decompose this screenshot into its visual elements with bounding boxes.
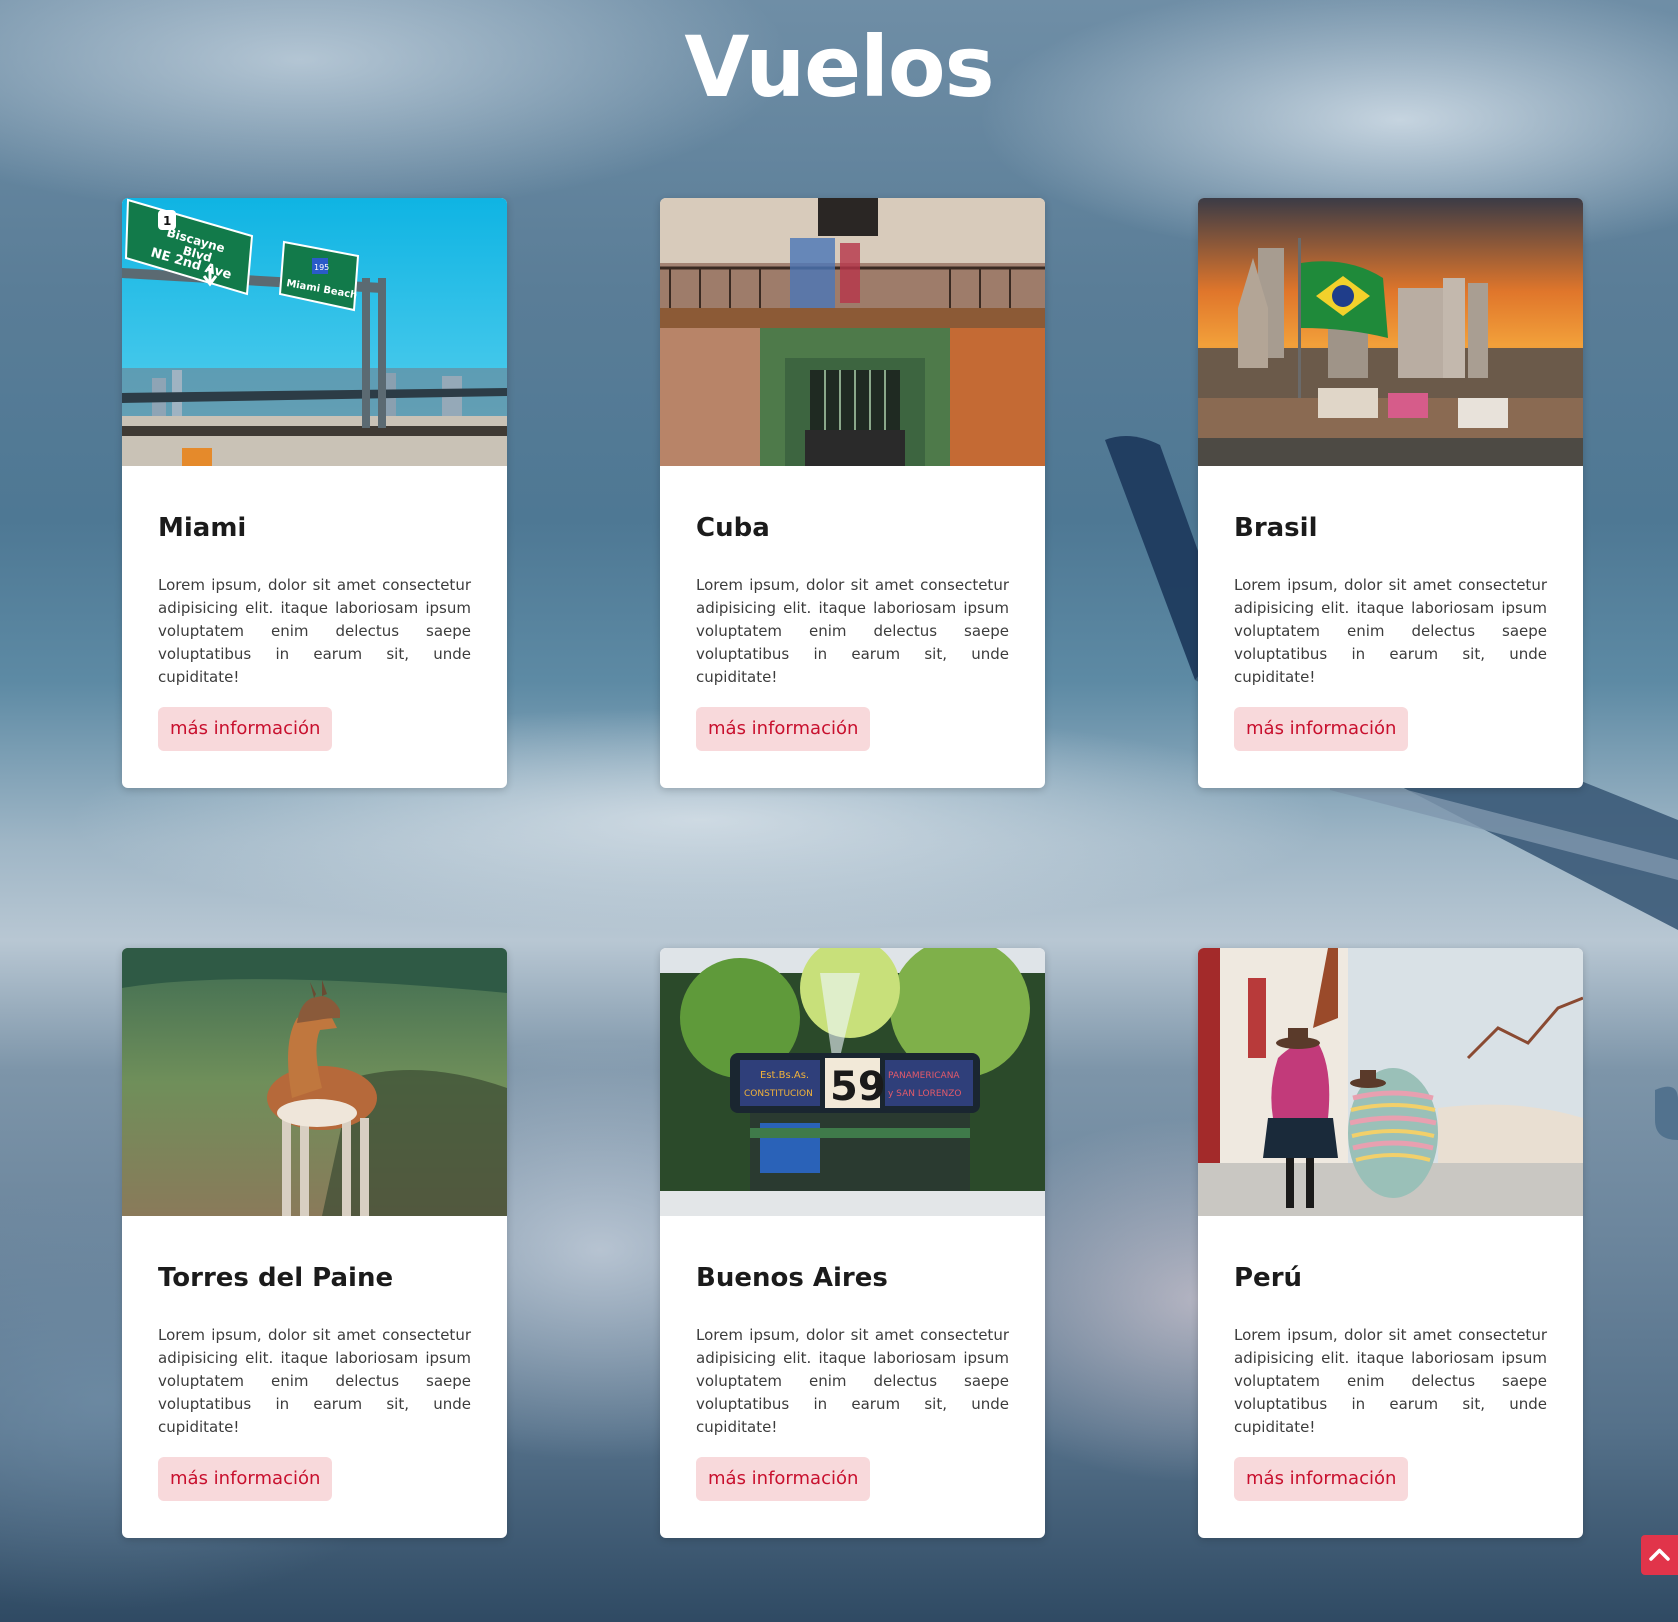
destination-card-cuba: Cuba Lorem ipsum, dolor sit amet consect… — [660, 198, 1045, 788]
scroll-to-top-button[interactable] — [1641, 1535, 1678, 1575]
destination-card-peru: Perú Lorem ipsum, dolor sit amet consect… — [1198, 948, 1583, 1538]
destination-card-torres-del-paine: Torres del Paine Lorem ipsum, dolor sit … — [122, 948, 507, 1538]
torres-del-paine-photo — [122, 948, 507, 1216]
card-description: Lorem ipsum, dolor sit amet consectetur … — [696, 576, 1009, 686]
card-body: Perú Lorem ipsum, dolor sit amet consect… — [1234, 1216, 1547, 1501]
card-description: Lorem ipsum, dolor sit amet consectetur … — [696, 1326, 1009, 1436]
card-title: Cuba — [696, 513, 770, 543]
card-title: Perú — [1234, 1263, 1303, 1293]
card-body: Cuba Lorem ipsum, dolor sit amet consect… — [696, 466, 1009, 751]
card-body: Buenos Aires Lorem ipsum, dolor sit amet… — [696, 1216, 1009, 1501]
miami-photo: Biscayne Blvd NE 2nd Ave 1 195 Miami Bea… — [122, 198, 507, 466]
page: Vuelos Biscayne Blvd NE 2nd Ave 1 195 Mi… — [0, 0, 1678, 1622]
more-info-button-cuba[interactable]: más información — [696, 707, 871, 751]
cuba-photo — [660, 198, 1045, 466]
destination-card-miami: Biscayne Blvd NE 2nd Ave 1 195 Miami Bea… — [122, 198, 507, 788]
destination-card-buenos-aires: 59 Est.Bs.As. CONSTITUCION PANAMERICANA … — [660, 948, 1045, 1538]
bus-sign-right-line-2: y SAN LORENZO — [888, 1089, 962, 1099]
card-body: Miami Lorem ipsum, dolor sit amet consec… — [158, 466, 471, 751]
card-description: Lorem ipsum, dolor sit amet consectetur … — [158, 576, 471, 686]
bus-sign-right-line-1: PANAMERICANA — [888, 1071, 960, 1081]
brasil-photo — [1198, 198, 1583, 466]
card-description: Lorem ipsum, dolor sit amet consectetur … — [1234, 1326, 1547, 1436]
card-title: Buenos Aires — [696, 1263, 888, 1293]
card-body: Brasil Lorem ipsum, dolor sit amet conse… — [1234, 466, 1547, 751]
card-title: Torres del Paine — [158, 1263, 394, 1293]
card-description: Lorem ipsum, dolor sit amet consectetur … — [1234, 576, 1547, 686]
bus-route-number: 59 — [830, 1064, 886, 1110]
more-info-button-buenos-aires[interactable]: más información — [696, 1457, 871, 1501]
more-info-button-torres-del-paine[interactable]: más información — [158, 1457, 333, 1501]
bus-sign-left-line-1: Est.Bs.As. — [760, 1070, 809, 1081]
page-title: Vuelos — [684, 18, 994, 116]
card-title: Miami — [158, 513, 247, 543]
destination-card-brasil: Brasil Lorem ipsum, dolor sit amet conse… — [1198, 198, 1583, 788]
more-info-button-miami[interactable]: más información — [158, 707, 333, 751]
miami-sign-interstate: 195 — [314, 263, 329, 272]
card-title: Brasil — [1234, 513, 1318, 543]
card-description: Lorem ipsum, dolor sit amet consectetur … — [158, 1326, 471, 1436]
card-body: Torres del Paine Lorem ipsum, dolor sit … — [158, 1216, 471, 1501]
more-info-button-brasil[interactable]: más información — [1234, 707, 1409, 751]
chevron-up-icon — [1649, 1548, 1670, 1561]
peru-photo — [1198, 948, 1583, 1216]
more-info-button-peru[interactable]: más información — [1234, 1457, 1409, 1501]
bus-sign-left-line-2: CONSTITUCION — [744, 1089, 813, 1099]
buenos-aires-photo: 59 Est.Bs.As. CONSTITUCION PANAMERICANA … — [660, 948, 1045, 1216]
miami-sign-route-number: 1 — [163, 214, 171, 228]
